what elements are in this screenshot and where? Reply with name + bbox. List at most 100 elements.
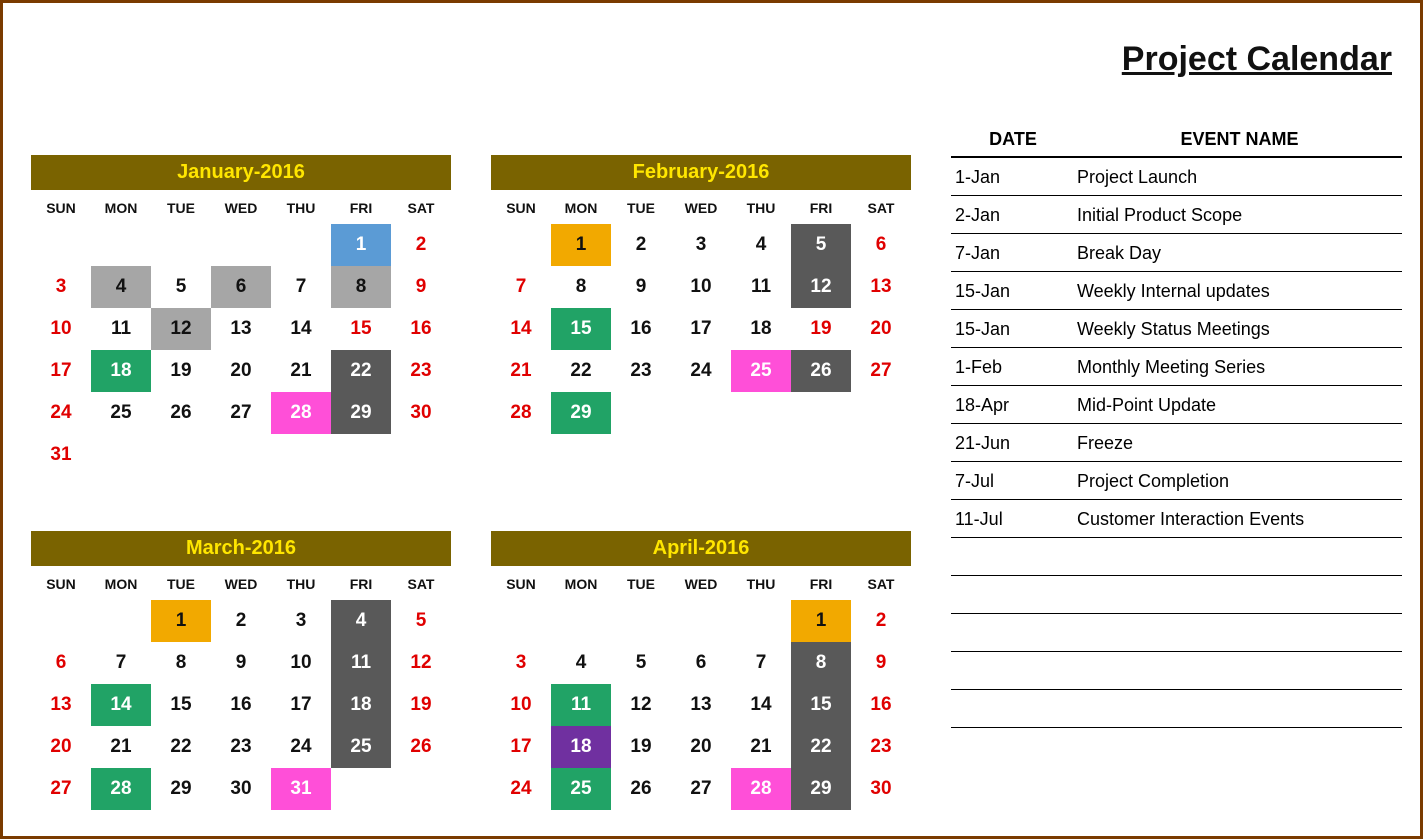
weekday-label: THU — [271, 190, 331, 224]
day-cell: 3 — [491, 642, 551, 684]
day-cell: 16 — [391, 308, 451, 350]
weekday-label: THU — [731, 190, 791, 224]
day-cell: 29 — [331, 392, 391, 434]
day-cell: 27 — [31, 768, 91, 810]
day-cell: 30 — [391, 392, 451, 434]
day-blank — [611, 600, 671, 642]
event-date: 7-Jul — [951, 471, 1071, 492]
event-row-blank — [951, 538, 1402, 576]
month-title: February-2016 — [491, 155, 911, 190]
day-cell: 16 — [611, 308, 671, 350]
day-cell: 21 — [731, 726, 791, 768]
weekday-label: SAT — [851, 190, 911, 224]
day-cell: 19 — [791, 308, 851, 350]
day-cell: 6 — [671, 642, 731, 684]
day-cell: 18 — [91, 350, 151, 392]
day-cell: 28 — [491, 392, 551, 434]
weekday-label: SAT — [391, 566, 451, 600]
day-cell: 11 — [91, 308, 151, 350]
day-blank — [551, 600, 611, 642]
event-row: 1-FebMonthly Meeting Series — [951, 348, 1402, 386]
day-cell: 14 — [491, 308, 551, 350]
day-cell: 19 — [611, 726, 671, 768]
day-cell: 7 — [271, 266, 331, 308]
day-cell: 8 — [551, 266, 611, 308]
day-cell: 11 — [551, 684, 611, 726]
day-cell: 13 — [31, 684, 91, 726]
day-cell: 2 — [391, 224, 451, 266]
events-table: DATE EVENT NAME 1-JanProject Launch2-Jan… — [951, 129, 1402, 728]
day-cell: 13 — [671, 684, 731, 726]
day-cell: 31 — [31, 434, 91, 476]
day-cell: 29 — [551, 392, 611, 434]
day-cell: 23 — [851, 726, 911, 768]
event-date: 1-Feb — [951, 357, 1071, 378]
day-cell: 28 — [731, 768, 791, 810]
day-cell: 12 — [391, 642, 451, 684]
day-cell: 23 — [391, 350, 451, 392]
day-blank — [151, 224, 211, 266]
event-date: 11-Jul — [951, 509, 1071, 530]
day-cell: 4 — [551, 642, 611, 684]
day-cell: 24 — [31, 392, 91, 434]
month-days: 1234567891011121314151617181920212223242… — [31, 224, 451, 476]
day-cell: 22 — [551, 350, 611, 392]
event-name: Project Launch — [1071, 167, 1402, 188]
weekday-label: FRI — [331, 190, 391, 224]
events-header: DATE EVENT NAME — [951, 129, 1402, 158]
day-cell: 25 — [731, 350, 791, 392]
day-cell: 16 — [851, 684, 911, 726]
day-cell: 5 — [391, 600, 451, 642]
day-cell: 10 — [491, 684, 551, 726]
month-0: January-2016SUNMONTUEWEDTHUFRISAT1234567… — [31, 155, 451, 491]
events-header-date: DATE — [951, 129, 1071, 150]
day-cell: 14 — [91, 684, 151, 726]
day-cell: 17 — [271, 684, 331, 726]
day-cell: 22 — [331, 350, 391, 392]
day-cell: 17 — [491, 726, 551, 768]
weekday-label: MON — [551, 190, 611, 224]
event-name: Mid-Point Update — [1071, 395, 1402, 416]
event-date: 7-Jan — [951, 243, 1071, 264]
day-cell: 4 — [331, 600, 391, 642]
weekday-label: TUE — [611, 566, 671, 600]
day-cell: 25 — [331, 726, 391, 768]
event-name: Weekly Status Meetings — [1071, 319, 1402, 340]
day-cell: 20 — [671, 726, 731, 768]
month-3: April-2016SUNMONTUEWEDTHUFRISAT123456789… — [491, 531, 911, 825]
page-title: Project Calendar — [951, 40, 1402, 79]
day-cell: 11 — [731, 266, 791, 308]
day-cell: 21 — [271, 350, 331, 392]
weekday-label: FRI — [791, 566, 851, 600]
day-cell: 2 — [851, 600, 911, 642]
event-row-blank — [951, 690, 1402, 728]
day-blank — [31, 224, 91, 266]
day-cell: 21 — [91, 726, 151, 768]
day-cell: 5 — [611, 642, 671, 684]
month-days: 1234567891011121314151617181920212223242… — [491, 600, 911, 810]
day-cell: 15 — [331, 308, 391, 350]
weekday-label: MON — [91, 190, 151, 224]
day-cell: 9 — [391, 266, 451, 308]
day-blank — [491, 600, 551, 642]
day-cell: 27 — [211, 392, 271, 434]
month-days: 1234567891011121314151617181920212223242… — [31, 600, 451, 810]
event-name: Project Completion — [1071, 471, 1402, 492]
day-cell: 18 — [331, 684, 391, 726]
day-cell: 6 — [31, 642, 91, 684]
event-row: 1-JanProject Launch — [951, 158, 1402, 196]
day-cell: 16 — [211, 684, 271, 726]
day-cell: 19 — [151, 350, 211, 392]
day-cell: 17 — [31, 350, 91, 392]
day-cell: 30 — [851, 768, 911, 810]
event-row: 15-JanWeekly Internal updates — [951, 272, 1402, 310]
project-calendar-frame: January-2016SUNMONTUEWEDTHUFRISAT1234567… — [0, 0, 1423, 839]
weekday-label: FRI — [331, 566, 391, 600]
day-cell: 8 — [151, 642, 211, 684]
day-cell: 21 — [491, 350, 551, 392]
day-cell: 5 — [791, 224, 851, 266]
day-blank — [491, 224, 551, 266]
day-cell: 30 — [211, 768, 271, 810]
day-cell: 26 — [611, 768, 671, 810]
day-cell: 26 — [151, 392, 211, 434]
